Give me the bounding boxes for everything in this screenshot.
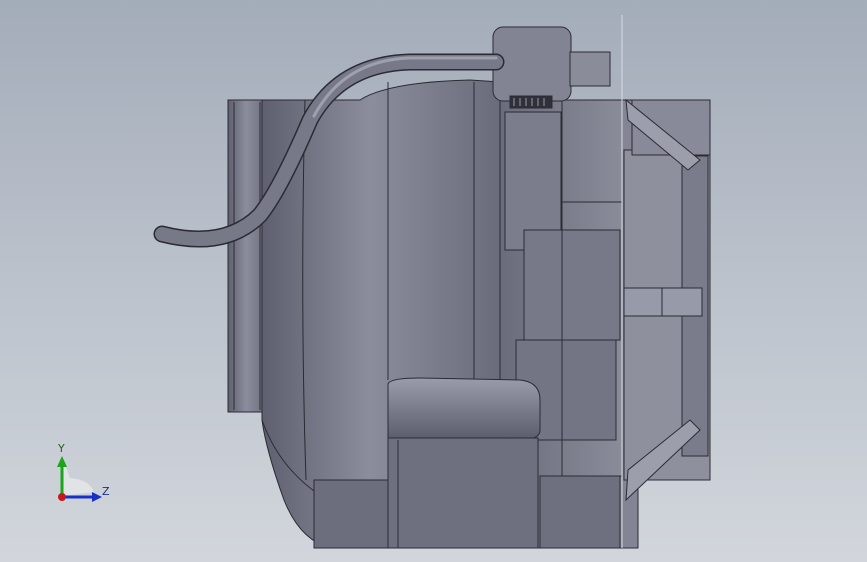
coordinate-triad: Y Z <box>50 440 120 510</box>
flange-plate <box>621 98 711 549</box>
cable-connector <box>492 26 611 109</box>
axis-z-label: Z <box>102 485 110 498</box>
outlet-pipe <box>387 377 541 549</box>
blower-model-icon[interactable] <box>0 0 867 562</box>
graphics-viewport[interactable]: Y Z <box>0 0 867 562</box>
axis-y-label: Y <box>58 442 65 455</box>
